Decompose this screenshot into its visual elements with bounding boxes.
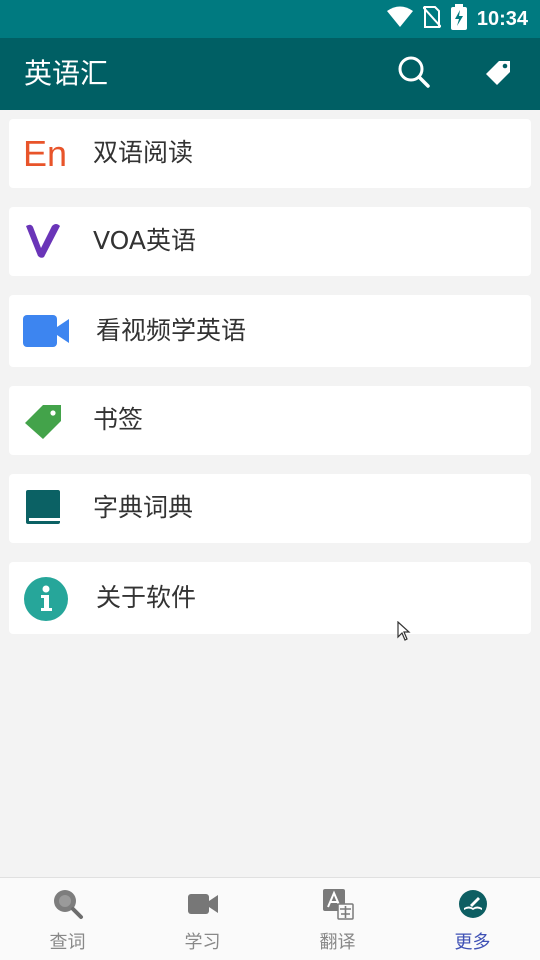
translate-icon [322,888,354,920]
nav-label: 学习 [184,932,221,953]
status-icons: 10:34 [386,0,528,38]
menu-item-dictionary[interactable]: 字典词典 [9,474,531,543]
bottom-nav: 查词 学习 翻译 更多 [0,877,540,960]
nav-label: 查词 [49,932,86,953]
en-text-icon: En [23,133,67,175]
menu-item-video-english[interactable]: 看视频学英语 [9,295,531,367]
menu-item-label: 字典词典 [93,493,194,522]
nav-item-more[interactable]: 更多 [405,878,540,960]
menu-item-voa-english[interactable]: VOA英语 [9,207,531,276]
book-icon [23,490,63,528]
nav-item-translate[interactable]: 翻译 [270,878,405,960]
nav-item-lookup[interactable]: 查词 [0,878,135,960]
more-reading-icon [457,888,489,920]
bookmark-tag-icon [23,401,63,441]
menu-item-about[interactable]: 关于软件 [9,562,531,634]
menu-item-label: VOA英语 [93,226,197,255]
menu-item-label: 书签 [93,405,144,434]
battery-charging-icon [450,4,467,34]
menu-item-bilingual-reading[interactable]: En 双语阅读 [9,119,531,188]
tag-button[interactable] [478,54,518,94]
en-icon-text: En [22,133,68,174]
search-icon [397,55,431,93]
menu-item-bookmarks[interactable]: 书签 [9,386,531,455]
menu-item-label: 双语阅读 [93,138,194,167]
nav-item-study[interactable]: 学习 [135,878,270,960]
menu-item-label: 关于软件 [96,583,197,612]
info-icon [23,576,69,622]
status-time: 10:34 [476,7,528,30]
no-sim-icon [422,5,442,33]
nav-label: 翻译 [319,932,356,953]
app-bar: 英语汇 [0,38,540,110]
search-button[interactable] [394,54,434,94]
voa-v-icon [23,223,63,259]
video-icon [187,888,219,920]
mouse-cursor-icon [397,620,411,645]
menu-item-label: 看视频学英语 [96,316,247,345]
status-bar: 10:34 [0,0,540,38]
magnifier-icon [52,888,84,920]
app-title: 英语汇 [24,57,109,90]
wifi-icon [386,6,413,32]
tag-icon [483,57,513,91]
nav-label: 更多 [454,932,491,953]
video-camera-icon [23,313,69,349]
